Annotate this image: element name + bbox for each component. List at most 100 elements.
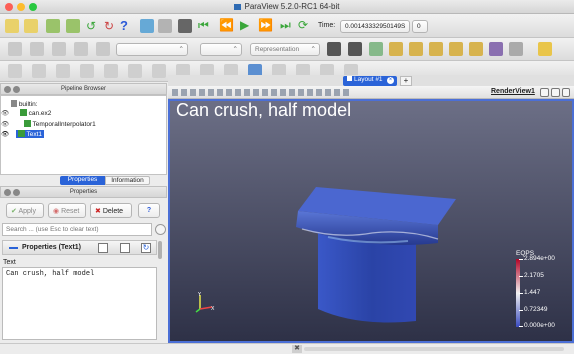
split-vertical-icon[interactable]: [551, 88, 560, 97]
render-view[interactable]: Can crush, half model Y X EQPS 2.894e+00…: [168, 99, 574, 343]
play-icon[interactable]: ▶: [240, 18, 254, 32]
extract-subset-icon: [128, 64, 142, 78]
contour-icon: [32, 64, 46, 78]
pipeline-browser-header: Pipeline Browser: [0, 83, 167, 95]
text-textarea[interactable]: Can crush, half model: [2, 267, 157, 340]
python-icon[interactable]: [538, 42, 552, 56]
progress-bar: [304, 347, 564, 351]
reset-icon: ◉: [53, 208, 60, 215]
reset-button[interactable]: ◉ Reset: [48, 203, 86, 218]
window-title: ParaView 5.2.0-RC1 64-bit: [0, 2, 574, 11]
legend-tick: [519, 326, 523, 327]
help-icon[interactable]: ?: [120, 18, 134, 33]
color-by-select[interactable]: ⌃: [116, 43, 188, 56]
legend-tick: [519, 310, 523, 311]
layout-icon: [347, 76, 352, 81]
apply-button[interactable]: ✔ Apply: [6, 203, 44, 218]
open-icon[interactable]: [5, 19, 19, 33]
copy-icon[interactable]: [98, 243, 108, 253]
search-input[interactable]: [2, 223, 152, 236]
eye-icon[interactable]: 👁: [1, 130, 10, 138]
render-view-label[interactable]: RenderView1: [491, 88, 535, 95]
view-minus-x-icon[interactable]: [389, 42, 403, 56]
close-icon[interactable]: [4, 86, 11, 93]
collapse-icon[interactable]: [9, 247, 18, 249]
view-z-icon[interactable]: [449, 42, 463, 56]
chevron-down-icon: ⌃: [232, 46, 238, 53]
tab-layout-1[interactable]: Layout #1 ×: [343, 76, 397, 86]
rotate-minus-90-icon[interactable]: [509, 42, 523, 56]
redo-icon[interactable]: ↻: [104, 19, 118, 33]
server-icon: [11, 100, 17, 107]
float-icon[interactable]: [13, 189, 20, 196]
legend-tick: [519, 276, 523, 277]
rotate-90-icon[interactable]: [489, 42, 503, 56]
text-field-label: Text: [3, 259, 16, 266]
legend-tick: [519, 259, 523, 260]
rescale-icon: [30, 42, 44, 56]
component-select[interactable]: ⌃: [200, 43, 242, 56]
status-close-icon[interactable]: ✖: [292, 345, 302, 353]
selected-item-highlight: Text1: [15, 130, 45, 138]
viewport-text-overlay: Can crush, half model: [176, 100, 352, 120]
legend-label: 0.000e+00: [524, 322, 555, 329]
camera-link-icon[interactable]: [178, 19, 192, 33]
paste-icon[interactable]: [120, 243, 130, 253]
view-minus-y-icon[interactable]: [429, 42, 443, 56]
view-x-icon[interactable]: [369, 42, 383, 56]
next-frame-icon[interactable]: ⏩: [258, 18, 273, 32]
legend-label: 0.72349: [524, 306, 548, 313]
view-minus-z-icon[interactable]: [469, 42, 483, 56]
representation-select[interactable]: Representation ⌃: [250, 43, 320, 56]
close-icon[interactable]: [4, 189, 11, 196]
title-bar: ParaView 5.2.0-RC1 64-bit: [0, 0, 574, 14]
eye-icon[interactable]: 👁: [1, 109, 10, 117]
reset-camera-icon[interactable]: [327, 42, 341, 56]
time-input[interactable]: 0.00143332950149S: [340, 20, 410, 33]
disconnect-icon[interactable]: [158, 19, 172, 33]
rescale-time-icon: [96, 42, 110, 56]
status-bar: ✖: [0, 343, 574, 354]
open-recent-icon[interactable]: [24, 19, 38, 33]
split-horizontal-icon[interactable]: [540, 88, 549, 97]
color-map-icon: [8, 42, 22, 56]
svg-text:Y: Y: [197, 292, 202, 298]
first-frame-icon[interactable]: ⏮: [198, 18, 212, 32]
add-layout-tab-button[interactable]: +: [400, 76, 412, 86]
paraview-app-icon: [234, 4, 242, 10]
properties-scrollbar[interactable]: [158, 241, 162, 259]
save-state-icon[interactable]: [66, 19, 80, 33]
clip-icon: [56, 64, 70, 78]
pipeline-tree: builtin: 👁 can.ex2 👁 TemporalInterpolato…: [0, 95, 167, 175]
eye-icon[interactable]: 👁: [1, 120, 10, 128]
chevron-down-icon: ⌃: [178, 46, 184, 53]
tree-item-temporal-interpolator[interactable]: 👁 TemporalInterpolator1: [1, 120, 96, 130]
slice-icon: [80, 64, 94, 78]
tab-properties[interactable]: Properties: [60, 176, 105, 185]
help-button[interactable]: ?: [138, 203, 160, 218]
maximize-icon[interactable]: [562, 88, 570, 97]
view-y-icon[interactable]: [409, 42, 423, 56]
zoom-to-data-icon[interactable]: [348, 42, 362, 56]
tree-item-can-ex2[interactable]: 👁 can.ex2: [1, 109, 51, 119]
close-tab-icon[interactable]: ×: [387, 77, 394, 84]
refresh-icon[interactable]: ↻: [141, 243, 151, 253]
loop-icon[interactable]: ⟳: [298, 18, 312, 32]
previous-frame-icon[interactable]: ⏪: [219, 18, 234, 32]
check-icon: ✔: [11, 208, 17, 215]
float-icon[interactable]: [13, 86, 20, 93]
threshold-icon: [104, 64, 118, 78]
delete-button[interactable]: ✖ Delete: [90, 203, 132, 218]
tab-information[interactable]: Information: [105, 176, 150, 185]
last-frame-icon[interactable]: ⏭: [280, 18, 294, 32]
connect-icon[interactable]: [140, 19, 154, 33]
undo-icon[interactable]: ↺: [86, 19, 100, 33]
tree-item-text1[interactable]: 👁 Text1: [1, 130, 166, 140]
save-data-icon[interactable]: [46, 19, 60, 33]
time-index-spinbox[interactable]: 0: [412, 20, 428, 33]
advanced-gear-icon[interactable]: [155, 224, 166, 235]
view-tools-strip[interactable]: [172, 89, 352, 96]
legend-label: 2.1705: [524, 272, 544, 279]
chevron-down-icon: ⌃: [310, 46, 316, 53]
legend-tick: [519, 293, 523, 294]
